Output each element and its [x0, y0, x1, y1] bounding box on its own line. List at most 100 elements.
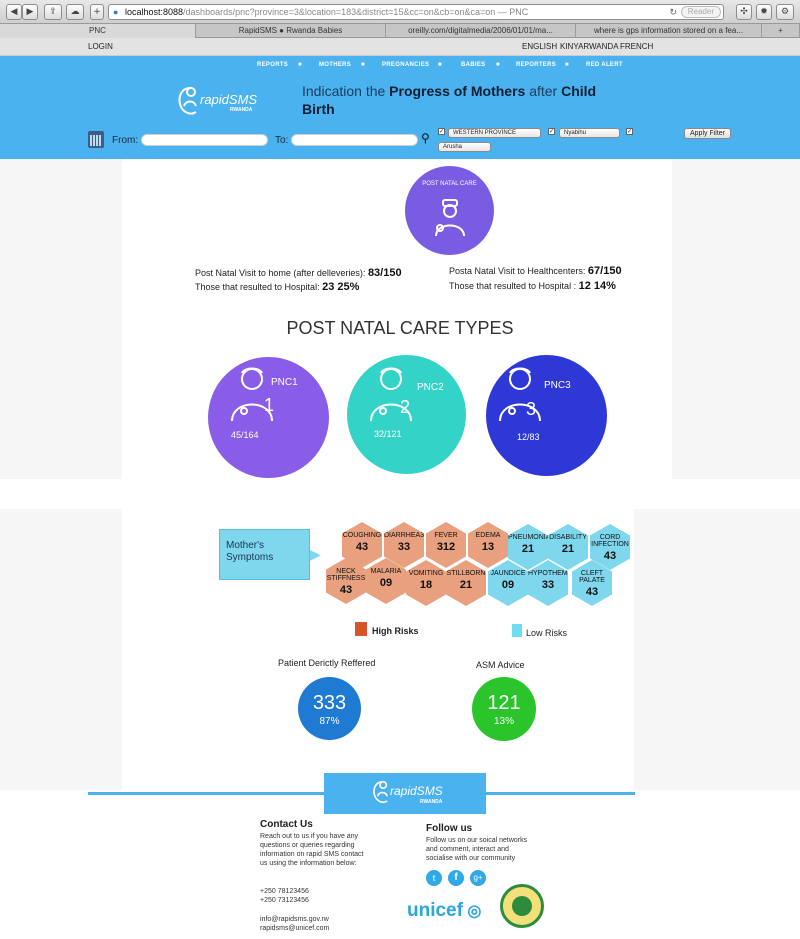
nurse-icon: [435, 199, 465, 237]
forward-button[interactable]: ▶: [22, 4, 38, 20]
province-checkbox[interactable]: ✓: [438, 128, 445, 135]
home-visits-value: 83/150: [367, 267, 402, 279]
new-tab-button[interactable]: +: [90, 4, 104, 20]
back-button[interactable]: ◀: [6, 4, 22, 20]
location-checkbox[interactable]: ✓: [626, 128, 633, 135]
tab-pnc[interactable]: PNC: [0, 24, 196, 38]
globe-icon: ●: [113, 7, 119, 17]
follow-title: Follow us: [426, 823, 473, 834]
hc-visits-value: 67/150: [587, 265, 622, 277]
footer-logo-box: rapidSMS RWANDA: [324, 773, 486, 814]
low-risk-swatch: [512, 624, 522, 637]
nav-separator: ■: [298, 62, 302, 68]
to-label: To:: [275, 135, 289, 146]
logo-subtext: RWANDA: [230, 107, 253, 113]
location-select[interactable]: Arusha: [438, 142, 491, 152]
nav-pregnancies[interactable]: PREGNANCIES: [382, 62, 429, 68]
unicef-globe-icon: ◎: [462, 903, 482, 920]
referred-circle: 333 87%: [298, 677, 361, 740]
pnc-badge: POST NATAL CARE: [405, 166, 494, 255]
nav-mothers[interactable]: MOTHERS: [319, 62, 351, 68]
district-checkbox[interactable]: ✓: [548, 128, 555, 135]
pnc2-value: 32/121: [374, 429, 402, 439]
google-plus-icon[interactable]: g+: [470, 870, 486, 886]
lang-english[interactable]: ENGLISH: [522, 38, 557, 56]
address-bar[interactable]: ● localhost:8088/dashboards/pnc?province…: [108, 4, 724, 20]
district-select[interactable]: Nyabihu: [559, 128, 620, 138]
login-link[interactable]: LOGIN: [88, 38, 113, 56]
extension-icon-1[interactable]: ✣: [736, 4, 752, 20]
logo-text: rapidSMS: [200, 92, 258, 107]
symptom-disability[interactable]: DISABILITY 21: [548, 524, 588, 570]
hc-hospital-value: 12 14%: [578, 280, 616, 292]
new-tab-plus[interactable]: +: [762, 24, 800, 38]
nav-separator: ■: [565, 62, 569, 68]
from-date-input[interactable]: [141, 134, 268, 146]
symptom-vomiting[interactable]: VOMITING 18: [406, 560, 446, 606]
pnc-badge-label: POST NATAL CARE: [422, 181, 477, 187]
calendar-icon[interactable]: [88, 131, 104, 148]
symptom-edema[interactable]: EDEMA 13: [468, 522, 508, 568]
low-risk-label: Low Risks: [526, 628, 568, 638]
referred-label: Patient Derictly Reffered: [278, 658, 376, 668]
twitter-icon[interactable]: t: [426, 870, 442, 886]
doctor-icon: [499, 367, 541, 422]
reload-icon[interactable]: ↻: [669, 5, 677, 19]
tab-oreilly[interactable]: oreilly.com/digitalmedia/2006/01/01/ma..…: [386, 24, 576, 38]
symptom-jaundice[interactable]: JAUNDICE 09: [488, 560, 528, 606]
pnc3-value: 12/83: [517, 432, 540, 442]
advice-circle: 121 13%: [472, 677, 536, 741]
nav-separator: ■: [438, 62, 442, 68]
advice-value: 121: [487, 692, 521, 714]
hc-visits-row: Posta Natal Visit to Healthcenters: 67/1…: [449, 265, 622, 277]
facebook-icon[interactable]: f: [448, 870, 464, 886]
left-margin: [0, 159, 122, 479]
pnc3-circle[interactable]: 3 PNC3 12/83: [486, 355, 607, 476]
footer-logo-subtext: RWANDA: [420, 799, 443, 805]
referred-value: 333: [312, 692, 347, 714]
to-date-input[interactable]: [291, 134, 418, 146]
nav-babies[interactable]: BABIES: [461, 62, 485, 68]
nav-reporters[interactable]: REPORTERS: [516, 62, 556, 68]
home-hospital-value: 23 25%: [322, 281, 360, 293]
contact-email-2[interactable]: rapidsms@unicef.com: [260, 925, 329, 932]
site-topbar: [0, 38, 800, 56]
symptom-hypothemia[interactable]: HYPOTHEMIA 33: [528, 560, 568, 606]
follow-body: Follow us on our soical networks and com…: [426, 837, 528, 862]
rwanda-seal-icon: [500, 884, 544, 928]
symptom-stillborn[interactable]: STILLBORN 21: [446, 560, 486, 606]
symptom-fever[interactable]: FEVER 312: [426, 522, 466, 568]
province-select[interactable]: WESTERN PROVINCE: [448, 128, 541, 138]
advice-label: ASM Advice: [476, 660, 525, 670]
apply-filter-button[interactable]: Apply Filter: [684, 128, 731, 139]
contact-email-1[interactable]: info@rapidsms.gov.rw: [260, 916, 329, 923]
nav-reports[interactable]: REPORTS: [257, 62, 288, 68]
page-title: Indication the Progress of Mothers after…: [302, 83, 597, 117]
hc-hospital-label: Those that resulted to Hospital :: [449, 281, 577, 291]
hc-hospital-row: Those that resulted to Hospital : 12 14%: [449, 280, 616, 292]
url-host: localhost:8088: [125, 7, 184, 17]
high-risk-label: High Risks: [372, 626, 419, 636]
icloud-button[interactable]: ☁: [66, 4, 84, 20]
tab-gps[interactable]: where is gps information stored on a fea…: [576, 24, 762, 38]
pnc2-label: PNC2: [417, 382, 444, 393]
share-button[interactable]: ⇪: [44, 4, 62, 20]
extension-icon-2[interactable]: ✹: [756, 4, 772, 20]
pnc1-digit: 1: [264, 395, 275, 415]
unicef-logo: unicef ◎: [407, 900, 482, 921]
footer-logo-text: rapidSMS: [390, 784, 443, 798]
reader-button[interactable]: Reader: [680, 6, 721, 18]
symptom-pneumonia[interactable]: PNEUMONIA 21: [508, 524, 548, 570]
pnc2-circle[interactable]: 2 PNC2 32/121: [347, 355, 466, 474]
location-pin-icon: ⚲: [421, 131, 430, 145]
mother-baby-logo-icon: [373, 781, 388, 804]
rapidsms-logo[interactable]: rapidSMS RWANDA: [172, 82, 282, 122]
pnc1-circle[interactable]: 1 PNC1 45/164: [208, 357, 329, 478]
lang-french[interactable]: FRENCH: [620, 38, 653, 56]
settings-icon[interactable]: ⚙: [776, 4, 794, 20]
tab-rapidsms[interactable]: RapidSMS ● Rwanda Babies: [196, 24, 386, 38]
lang-kinyarwanda[interactable]: KINYARWANDA: [560, 38, 619, 56]
nav-red-alert[interactable]: RED ALERT: [586, 62, 623, 68]
mother-baby-logo-icon: [178, 87, 197, 115]
home-hospital-label: Those that resulted to Hospital:: [195, 282, 320, 292]
